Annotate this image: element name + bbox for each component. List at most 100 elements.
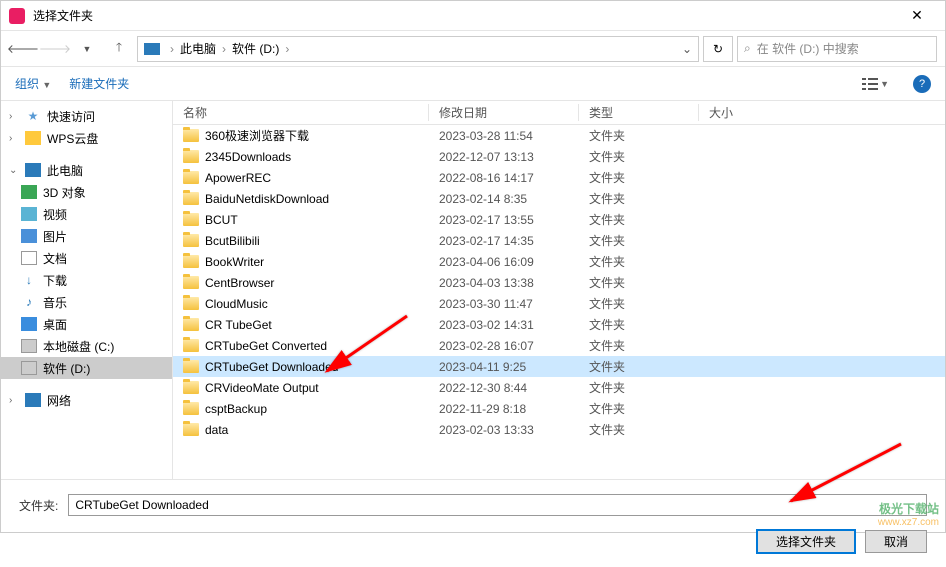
folder-icon (183, 255, 199, 268)
drive-icon (21, 361, 37, 375)
file-date: 2023-03-28 11:54 (429, 129, 579, 143)
sidebar-item-docs[interactable]: 文档 (1, 247, 172, 269)
file-type: 文件夹 (579, 232, 699, 249)
file-row[interactable]: BcutBilibili2023-02-17 14:35文件夹 (173, 230, 945, 251)
pc-icon (144, 43, 160, 55)
file-name: BcutBilibili (205, 234, 260, 248)
file-date: 2022-11-29 8:18 (429, 402, 579, 416)
view-button[interactable]: ▼ (856, 75, 895, 93)
folder-icon (183, 339, 199, 352)
sidebar-item-music[interactable]: ♪音乐 (1, 291, 172, 313)
search-icon: ⌕ (744, 41, 751, 56)
document-icon (21, 251, 37, 265)
sidebar-item-video[interactable]: 视频 (1, 203, 172, 225)
sidebar-item-3d[interactable]: 3D 对象 (1, 181, 172, 203)
breadcrumb-root[interactable]: 此电脑 (180, 40, 216, 57)
file-type: 文件夹 (579, 379, 699, 396)
sidebar-item-drive-c[interactable]: 本地磁盘 (C:) (1, 335, 172, 357)
sidebar: ›★快速访问 ›WPS云盘 ⌄此电脑 3D 对象 视频 图片 文档 ↓下载 ♪音… (1, 101, 173, 479)
3d-icon (21, 185, 37, 199)
file-row[interactable]: CRTubeGet Converted2023-02-28 16:07文件夹 (173, 335, 945, 356)
chevron-right-icon: › (222, 42, 226, 56)
file-row[interactable]: CR TubeGet2023-03-02 14:31文件夹 (173, 314, 945, 335)
file-name: BaiduNetdiskDownload (205, 192, 329, 206)
file-row[interactable]: data 2023-02-03 13:33文件夹 (173, 419, 945, 440)
back-button[interactable]: 🡐 (9, 35, 37, 63)
file-type: 文件夹 (579, 148, 699, 165)
forward-button[interactable]: 🡒 (41, 35, 69, 63)
sidebar-this-pc[interactable]: ⌄此电脑 (1, 159, 172, 181)
file-name: csptBackup (205, 402, 267, 416)
image-icon (21, 229, 37, 243)
file-name: data (205, 423, 228, 437)
folder-icon (183, 318, 199, 331)
folder-name-input[interactable] (68, 494, 927, 516)
folder-icon (183, 297, 199, 310)
folder-icon (183, 192, 199, 205)
folder-icon (183, 381, 199, 394)
file-type: 文件夹 (579, 421, 699, 438)
file-date: 2023-02-17 13:55 (429, 213, 579, 227)
column-size[interactable]: 大小 (699, 104, 799, 121)
close-button[interactable]: ✕ (897, 7, 937, 24)
column-date[interactable]: 修改日期 (429, 104, 579, 121)
file-type: 文件夹 (579, 274, 699, 291)
new-folder-button[interactable]: 新建文件夹 (69, 75, 129, 92)
sidebar-wps-cloud[interactable]: ›WPS云盘 (1, 127, 172, 149)
file-row[interactable]: CentBrowser2023-04-03 13:38文件夹 (173, 272, 945, 293)
file-type: 文件夹 (579, 400, 699, 417)
file-date: 2023-03-02 14:31 (429, 318, 579, 332)
folder-icon (183, 171, 199, 184)
breadcrumb-drive[interactable]: 软件 (D:) (232, 40, 279, 57)
file-row[interactable]: BaiduNetdiskDownload2023-02-14 8:35文件夹 (173, 188, 945, 209)
sidebar-item-images[interactable]: 图片 (1, 225, 172, 247)
file-row[interactable]: BCUT2023-02-17 13:55文件夹 (173, 209, 945, 230)
folder-label: 文件夹: (19, 497, 58, 514)
file-name: CRVideoMate Output (205, 381, 319, 395)
file-date: 2023-02-28 16:07 (429, 339, 579, 353)
file-type: 文件夹 (579, 169, 699, 186)
file-row[interactable]: CloudMusic2023-03-30 11:47文件夹 (173, 293, 945, 314)
file-row[interactable]: 360极速浏览器下载2023-03-28 11:54文件夹 (173, 125, 945, 146)
file-list: 360极速浏览器下载2023-03-28 11:54文件夹2345Downloa… (173, 125, 945, 479)
sidebar-network[interactable]: ›网络 (1, 389, 172, 411)
file-date: 2022-12-30 8:44 (429, 381, 579, 395)
sidebar-item-desktop[interactable]: 桌面 (1, 313, 172, 335)
pc-icon (25, 163, 41, 177)
breadcrumb-dropdown[interactable]: ⌄ (682, 42, 692, 56)
file-date: 2023-02-14 8:35 (429, 192, 579, 206)
file-date: 2023-03-30 11:47 (429, 297, 579, 311)
file-name: 2345Downloads (205, 150, 291, 164)
breadcrumb[interactable]: › 此电脑 › 软件 (D:) › ⌄ (137, 36, 699, 62)
file-row[interactable]: CRVideoMate Output 2022-12-30 8:44文件夹 (173, 377, 945, 398)
file-row[interactable]: ApowerREC2022-08-16 14:17文件夹 (173, 167, 945, 188)
sidebar-item-drive-d[interactable]: 软件 (D:) (1, 357, 172, 379)
recent-dropdown[interactable]: ▼ (73, 35, 101, 63)
file-type: 文件夹 (579, 295, 699, 312)
file-name: 360极速浏览器下载 (205, 127, 309, 144)
file-row[interactable]: 2345Downloads2022-12-07 13:13文件夹 (173, 146, 945, 167)
help-button[interactable]: ? (913, 75, 931, 93)
up-button[interactable]: 🡑 (105, 35, 133, 63)
sidebar-quick-access[interactable]: ›★快速访问 (1, 105, 172, 127)
file-row[interactable]: CRTubeGet Downloaded2023-04-11 9:25文件夹 (173, 356, 945, 377)
file-date: 2023-04-06 16:09 (429, 255, 579, 269)
desktop-icon (21, 317, 37, 331)
column-headers[interactable]: 名称 修改日期 类型 大小 (173, 101, 945, 125)
organize-button[interactable]: 组织 ▼ (15, 75, 51, 92)
file-date: 2022-08-16 14:17 (429, 171, 579, 185)
file-row[interactable]: csptBackup 2022-11-29 8:18文件夹 (173, 398, 945, 419)
refresh-button[interactable]: ↻ (703, 36, 733, 62)
file-type: 文件夹 (579, 211, 699, 228)
chevron-right-icon: › (285, 42, 289, 56)
column-name[interactable]: 名称 (173, 104, 429, 121)
cancel-button[interactable]: 取消 (865, 530, 927, 553)
file-row[interactable]: BookWriter2023-04-06 16:09文件夹 (173, 251, 945, 272)
sidebar-item-downloads[interactable]: ↓下载 (1, 269, 172, 291)
cloud-icon (25, 131, 41, 145)
column-type[interactable]: 类型 (579, 104, 699, 121)
file-type: 文件夹 (579, 253, 699, 270)
search-input[interactable]: ⌕ 在 软件 (D:) 中搜索 (737, 36, 937, 62)
file-date: 2023-02-03 13:33 (429, 423, 579, 437)
select-folder-button[interactable]: 选择文件夹 (757, 530, 855, 553)
